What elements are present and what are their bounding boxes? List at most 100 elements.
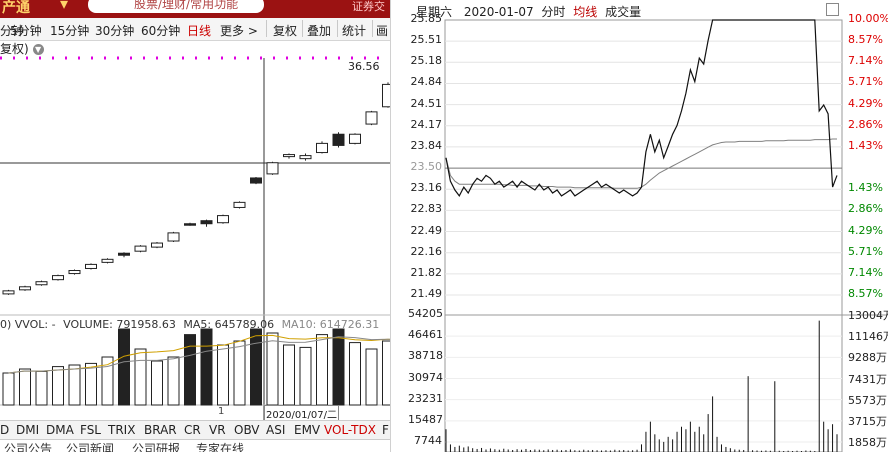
candle-body: [35, 281, 48, 286]
volume-axis-label: 23231: [408, 391, 443, 405]
indicator-tab-active[interactable]: VOL-TDX: [324, 423, 376, 437]
kline-panel: 产通 ▾ 股票/理财/常用功能 证券交 分钟 5分钟 15分钟 30分钟 60分…: [0, 0, 390, 452]
candle-body: [233, 201, 246, 208]
news-tab[interactable]: 公司研报: [132, 440, 180, 452]
percent-axis-label: 4.29%: [848, 96, 883, 110]
percent-axis-label: 2.86%: [848, 117, 883, 131]
candle-body: [217, 215, 229, 224]
indicator-tab[interactable]: OBV: [234, 423, 260, 437]
percent-axis-label: 7.14%: [848, 54, 883, 68]
candle-body: [365, 111, 378, 125]
volume-amount-label: 7431万: [848, 372, 887, 386]
percent-axis-label: 2.86%: [848, 202, 883, 216]
indicator-tab[interactable]: DMA: [46, 423, 74, 437]
candle-body: [299, 155, 312, 160]
candle-body: [134, 245, 147, 252]
indicator-tab[interactable]: VR: [209, 423, 226, 437]
volume-amount-label: 1858万: [848, 436, 887, 449]
indicator-tab[interactable]: F: [382, 423, 389, 437]
percent-axis-label: 1.43%: [848, 181, 883, 195]
ma10-value: MA10: 614726.31: [281, 318, 380, 331]
percent-axis-label: 4.29%: [848, 223, 883, 237]
candle-body: [184, 223, 196, 226]
volume-bar: [118, 328, 130, 406]
candle-body: [283, 154, 295, 158]
panel-divider[interactable]: [390, 0, 409, 452]
candle-body: [85, 263, 97, 269]
percent-axis-label: 10.00%: [848, 12, 888, 25]
price-axis-label: 23.16: [410, 181, 443, 195]
volume-amount-label: 11146万: [848, 330, 888, 344]
volume-bar: [332, 328, 345, 406]
indicator-tab[interactable]: TRIX: [108, 423, 135, 437]
volume-bar: [283, 344, 295, 406]
volume-axis-label: 15487: [408, 412, 443, 426]
candle-body: [167, 232, 180, 242]
volume-bar: [2, 372, 15, 406]
volume-bar: [349, 342, 361, 406]
price-axis-label: 25.18: [410, 54, 443, 68]
candle-body: [52, 275, 64, 281]
volume-bar: [85, 362, 97, 406]
candle-body: [200, 220, 213, 225]
candle-body: [250, 177, 262, 184]
intraday-chart[interactable]: [408, 0, 888, 452]
indicator-tab[interactable]: D: [0, 423, 9, 437]
price-axis-label: 23.50: [410, 160, 443, 174]
volume-axis-label: 38718: [408, 349, 443, 363]
candle-body: [332, 133, 345, 146]
percent-axis-label: 8.57%: [848, 33, 883, 47]
indicator-tab[interactable]: BRAR: [144, 423, 177, 437]
indicator-tab[interactable]: CR: [184, 423, 201, 437]
price-axis-label: 21.49: [410, 287, 443, 300]
volume-axis-label: 54205: [408, 307, 443, 320]
candle-body: [118, 252, 130, 256]
candle-body: [19, 286, 31, 291]
volume-amount-label: 5573万: [848, 393, 887, 407]
candle-body: [2, 290, 15, 295]
volume-bar: [151, 360, 163, 406]
kline-chart[interactable]: [0, 0, 390, 420]
volume-amount-label: 9288万: [848, 351, 887, 365]
volume-amount-label: 3715万: [848, 414, 887, 428]
percent-axis-label: 1.43%: [848, 138, 883, 152]
volume-bar: [19, 368, 31, 406]
volume-bar: [68, 364, 81, 406]
news-tab[interactable]: 公司新闻: [66, 440, 114, 452]
volume-axis-label: 46461: [408, 328, 443, 342]
indicator-tab[interactable]: ASI: [266, 423, 285, 437]
intraday-frame: [444, 19, 843, 452]
candle-body: [316, 142, 328, 154]
price-axis-label: 21.82: [410, 265, 443, 279]
candle-body: [101, 258, 114, 263]
price-axis-label: 22.83: [410, 202, 443, 216]
volume-stats: 0) VVOL: - VOLUME: 791958.63 MA5: 645789…: [0, 318, 379, 331]
volume-bar: [184, 334, 196, 406]
news-tab[interactable]: 公司公告: [4, 440, 52, 452]
candle-body: [266, 162, 279, 175]
candle-body: [68, 270, 81, 275]
percent-axis-label: 8.57%: [848, 287, 883, 300]
indicator-tab[interactable]: DMI: [16, 423, 39, 437]
percent-axis-label: 5.71%: [848, 75, 883, 89]
indicator-tab[interactable]: FSL: [80, 423, 101, 437]
price-axis-label: 24.84: [410, 75, 443, 89]
volume-bar: [382, 340, 390, 406]
price-axis-label: 24.17: [410, 117, 443, 131]
price-axis-label: 25.85: [410, 12, 443, 25]
news-tab[interactable]: 专家在线: [196, 440, 244, 452]
price-line: [445, 19, 838, 198]
volume-bar: [200, 328, 213, 406]
price-axis-label: 22.16: [410, 244, 443, 258]
news-tabs: 公司公告 公司新闻 公司研报 专家在线: [0, 439, 390, 452]
ma5-value: MA5: 645789.06: [183, 318, 275, 331]
volume-bar: [233, 340, 246, 406]
volume-value: VOLUME: 791958.63: [63, 318, 176, 331]
percent-axis-label: 5.71%: [848, 244, 883, 258]
volume-bar: [167, 356, 180, 406]
price-axis-label: 25.51: [410, 33, 443, 47]
volume-bar: [134, 348, 147, 406]
indicator-tab[interactable]: EMV: [294, 423, 320, 437]
high-price-marker: 36.56: [348, 60, 380, 73]
indicator-tabs: D DMI DMA FSL TRIX BRAR CR VR OBV ASI EM…: [0, 420, 390, 440]
